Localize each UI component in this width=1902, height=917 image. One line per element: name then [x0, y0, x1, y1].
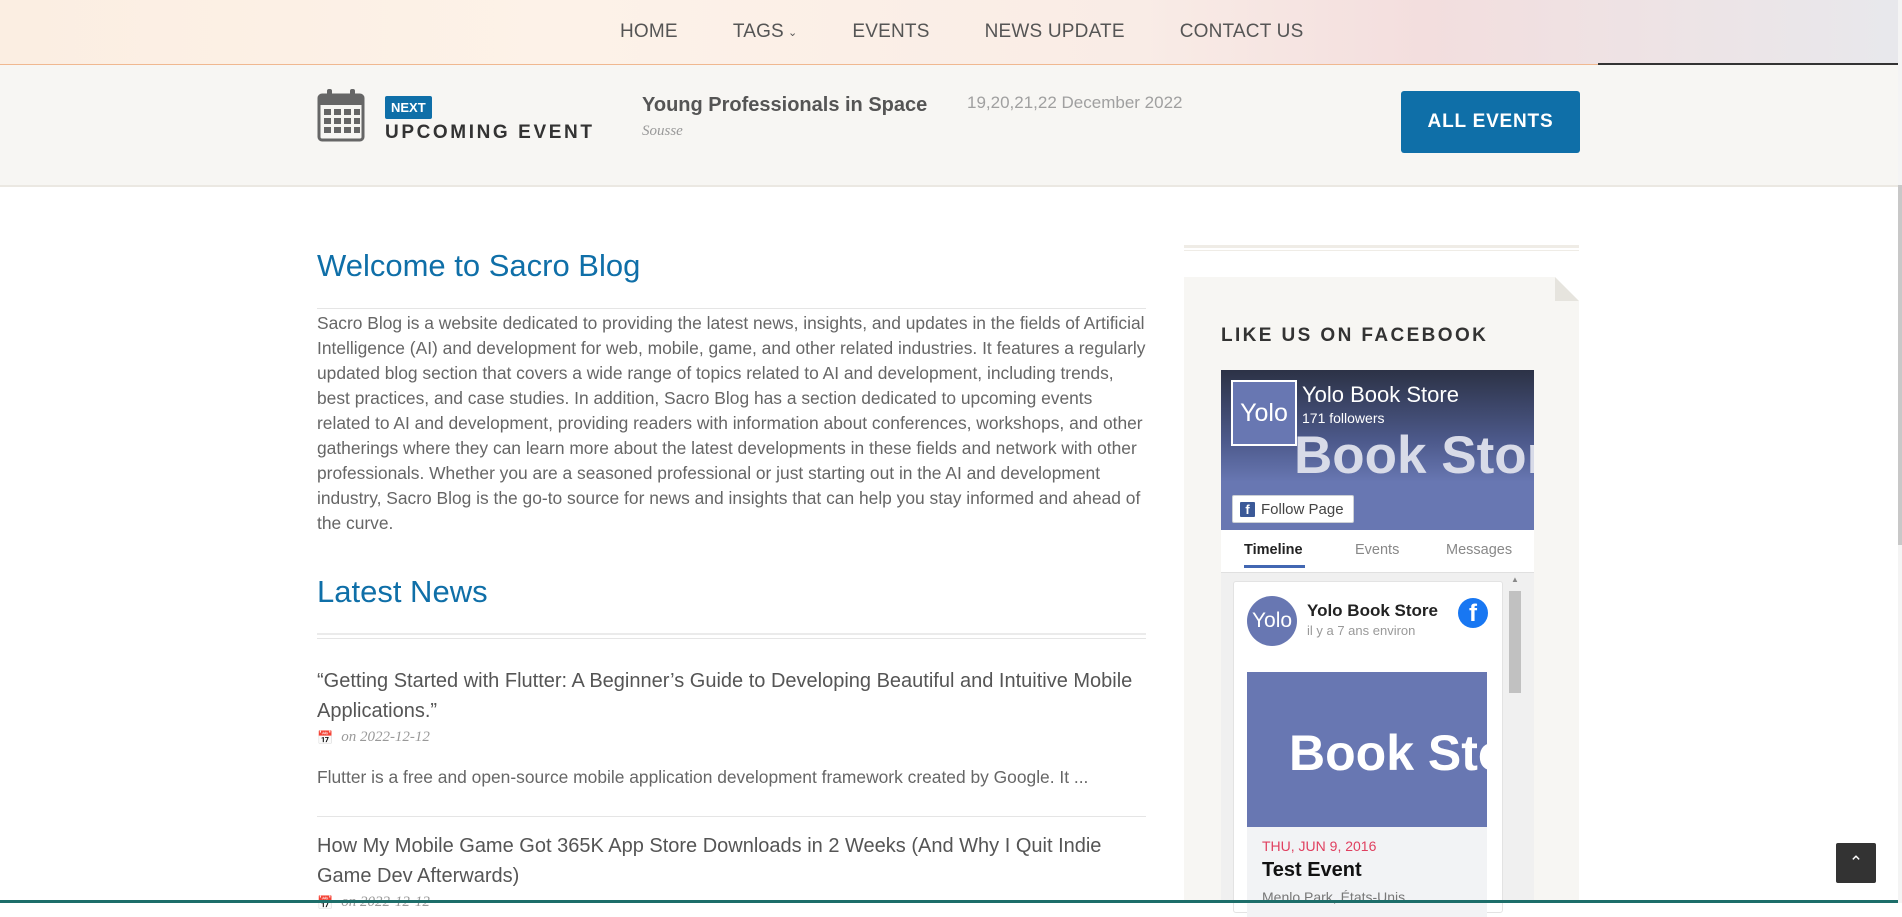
event-date: THU, JUN 9, 2016: [1262, 838, 1377, 854]
facebook-f-icon: f: [1240, 501, 1255, 517]
follow-page-label: Follow Page: [1261, 500, 1344, 518]
top-navigation: HOME TAGS ⌄ EVENTS NEWS UPDATE CONTACT U…: [0, 0, 1898, 65]
page-scrollbar-thumb[interactable]: [1898, 185, 1902, 545]
upcoming-event-title[interactable]: Young Professionals in Space: [642, 94, 927, 117]
intro-paragraph: Sacro Blog is a website dedicated to pro…: [317, 313, 1146, 533]
calendar-icon: 📅: [317, 729, 334, 745]
nav-menu: HOME TAGS ⌄ EVENTS NEWS UPDATE CONTACT U…: [620, 0, 1358, 64]
post-author-name[interactable]: Yolo Book Store: [1307, 601, 1438, 621]
sidebar-divider-thin: [1184, 250, 1579, 251]
chevron-down-icon: ⌄: [787, 26, 798, 39]
event-info[interactable]: THU, JUN 9, 2016 Test Event Menlo Park, …: [1247, 827, 1487, 917]
next-badge: NEXT: [385, 96, 432, 119]
news-item-excerpt: Flutter is a free and open-source mobile…: [317, 767, 1089, 787]
post-timestamp[interactable]: il y a 7 ans environ: [1307, 623, 1415, 638]
facebook-logo-icon[interactable]: f: [1458, 598, 1488, 628]
sidebar-divider: [1184, 245, 1579, 248]
facebook-widget: LIKE US ON FACEBOOK Book Stor Yolo Yolo …: [1184, 277, 1579, 917]
news-item-title[interactable]: “Getting Started with Flutter: A Beginne…: [317, 666, 1157, 726]
nav-item-tags[interactable]: TAGS ⌄: [733, 21, 798, 43]
nav-item-contact-us[interactable]: CONTACT US: [1180, 21, 1304, 43]
facebook-tabs: Timeline Events Messages: [1221, 530, 1534, 573]
double-chevron-up-icon: ⌃: [1848, 853, 1864, 872]
post-avatar[interactable]: Yolo: [1247, 596, 1297, 646]
latest-news-title: Latest News: [317, 574, 488, 609]
scrollbar-thumb[interactable]: [1509, 591, 1521, 693]
upcoming-event-bar: [0, 65, 1898, 187]
upcoming-event-label: UPCOMING EVENT: [385, 122, 595, 143]
nav-item-news-update[interactable]: NEWS UPDATE: [985, 21, 1125, 43]
news-date-text: on 2022-12-12: [341, 729, 430, 745]
page-avatar[interactable]: Yolo: [1231, 380, 1297, 446]
news-item-title[interactable]: How My Mobile Game Got 365K App Store Do…: [317, 831, 1157, 891]
follow-page-button[interactable]: f Follow Page: [1232, 495, 1354, 523]
facebook-followers: 171 followers: [1302, 410, 1385, 426]
back-to-top-button[interactable]: ⌃: [1836, 843, 1876, 883]
facebook-page-name[interactable]: Yolo Book Store: [1302, 382, 1459, 408]
nav-item-home[interactable]: HOME: [620, 21, 678, 43]
page-scrollbar[interactable]: [1898, 0, 1902, 903]
timeline-scrollbar[interactable]: ▲: [1507, 575, 1523, 903]
news-item-divider: [317, 816, 1146, 817]
tab-events[interactable]: Events: [1355, 542, 1399, 558]
all-events-button[interactable]: ALL EVENTS: [1401, 91, 1580, 153]
event-image[interactable]: Book Sto: [1247, 672, 1487, 827]
active-tab-underline: [1244, 565, 1305, 568]
news-divider-thin: [317, 638, 1146, 639]
event-image-text: Book Sto: [1289, 725, 1487, 781]
title-divider: [317, 308, 1146, 309]
news-divider: [317, 633, 1146, 635]
welcome-title: Welcome to Sacro Blog: [317, 248, 641, 283]
news-item-date: 📅 on 2022-12-12: [317, 729, 430, 746]
tab-timeline[interactable]: Timeline: [1244, 542, 1303, 558]
tab-messages[interactable]: Messages: [1446, 542, 1512, 558]
nav-item-tags-label: TAGS: [732, 21, 784, 42]
calendar-icon: [317, 89, 365, 142]
facebook-widget-heading: LIKE US ON FACEBOOK: [1221, 325, 1489, 346]
folded-corner: [1555, 277, 1579, 301]
facebook-page-cover[interactable]: Book Stor Yolo Yolo Book Store 171 follo…: [1221, 370, 1534, 530]
event-title: Test Event: [1262, 859, 1362, 881]
scroll-up-arrow-icon[interactable]: ▲: [1511, 575, 1519, 584]
facebook-timeline: Yolo Yolo Book Store il y a 7 ans enviro…: [1221, 573, 1534, 917]
nav-item-events[interactable]: EVENTS: [852, 21, 929, 43]
cover-text: Book Stor: [1294, 426, 1534, 485]
upcoming-event-date: 19,20,21,22 December 2022: [967, 93, 1183, 112]
upcoming-event-location: Sousse: [642, 123, 683, 139]
facebook-post-card: Yolo Yolo Book Store il y a 7 ans enviro…: [1233, 581, 1503, 917]
